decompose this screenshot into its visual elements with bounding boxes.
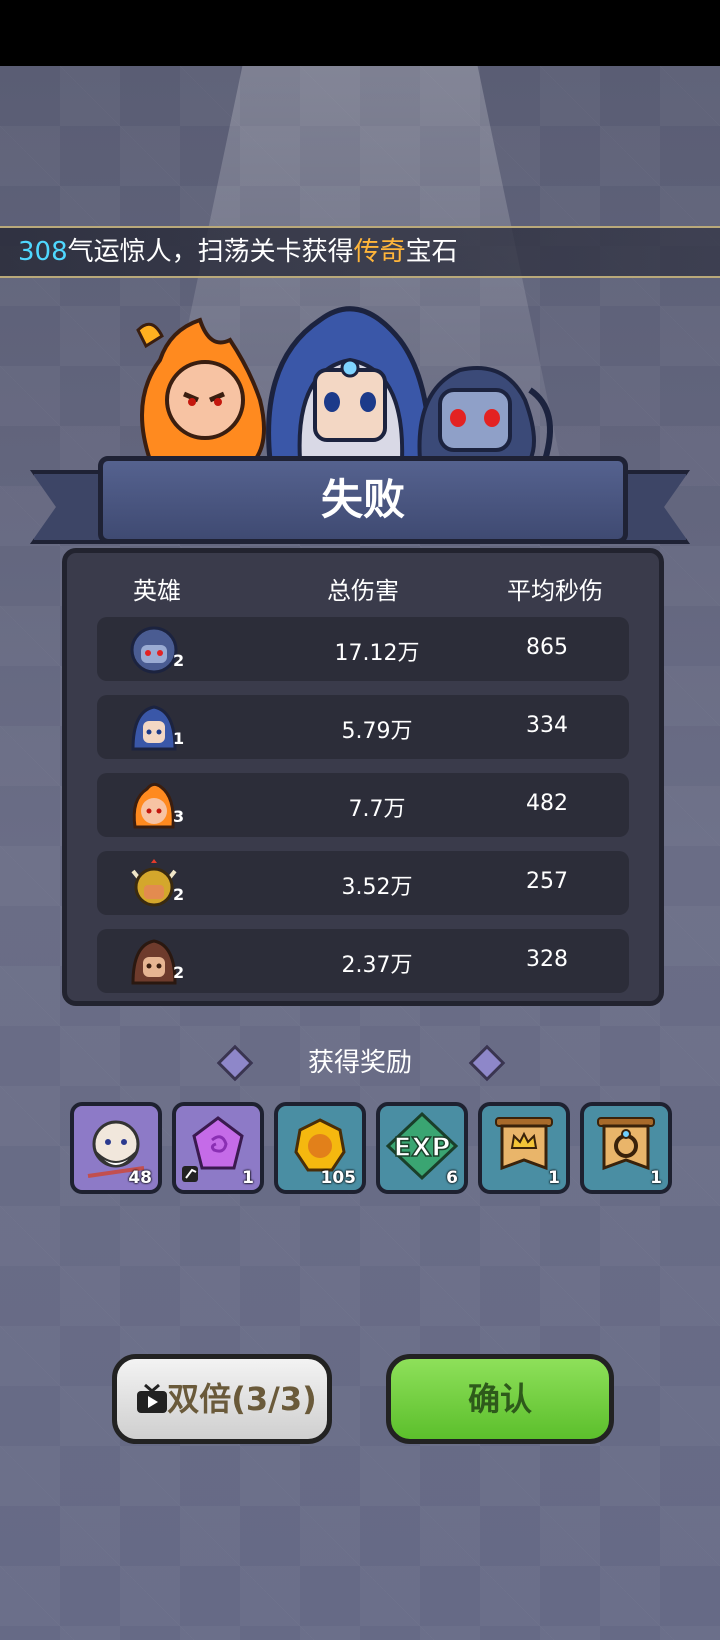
confirm-button[interactable]: 确认 (386, 1354, 614, 1444)
table-row: 1 5.79万 334 (97, 695, 629, 759)
marquee-text-b: 宝石 (405, 237, 458, 267)
reward-count: 48 (128, 1168, 152, 1188)
header-total-damage: 总伤害 (327, 577, 399, 605)
table-row: 3 7.7万 482 (97, 773, 629, 837)
reward-count: 1 (548, 1168, 560, 1188)
double-reward-button[interactable]: 双倍(3/3) (112, 1354, 332, 1444)
hero-level: 2 (173, 885, 185, 904)
svg-text:EXP: EXP (394, 1133, 451, 1163)
average-dps: 257 (526, 869, 568, 894)
reward-item-crown-banner[interactable]: 1 (478, 1102, 570, 1194)
total-damage: 2.37万 (341, 953, 413, 978)
marquee-legend: 传奇 (353, 237, 406, 267)
fire-spirit-illustration (136, 317, 266, 462)
reward-item-purple-gem[interactable]: 1 (172, 1102, 264, 1194)
table-row: 2 2.37万 328 (97, 929, 629, 993)
reward-count: 105 (320, 1168, 357, 1188)
marquee-number: 308 (18, 237, 68, 267)
reward-item-ring-banner[interactable]: 1 (580, 1102, 672, 1194)
hero-level: 2 (173, 963, 185, 982)
rewards-title: 获得奖励 (307, 1048, 412, 1078)
header-hero: 英雄 (133, 577, 181, 605)
table-header: 英雄 总伤害 平均秒伤 (67, 563, 659, 609)
hero-group-illustration (136, 306, 553, 463)
reward-count: 6 (446, 1168, 458, 1188)
hero-level: 3 (173, 807, 185, 826)
table-row: 2 17.12万 865 (97, 617, 629, 681)
result-title: 失败 (98, 456, 628, 544)
hero-level: 1 (173, 729, 185, 748)
reward-count: 1 (650, 1168, 662, 1188)
reward-item-hero-shard[interactable]: 48 (70, 1102, 162, 1194)
hero-level: 2 (173, 651, 185, 670)
average-dps: 482 (526, 791, 568, 816)
average-dps: 328 (526, 947, 568, 972)
hooded-mage-illustration (266, 306, 433, 463)
announcement-marquee: 308气运惊人，扫荡关卡获得传奇宝石 (0, 226, 720, 278)
result-banner: 失败 (30, 456, 690, 556)
table-row: 2 3.52万 257 (97, 851, 629, 915)
status-bar (0, 0, 720, 66)
double-reward-label: 双倍(3/3) (167, 1380, 317, 1418)
damage-stats-panel[interactable]: 英雄 总伤害 平均秒伤 2 17.12万 865 1 5.79万 334 3 7… (62, 548, 664, 1006)
dark-elf-illustration (417, 366, 553, 462)
reward-item-gold-coin[interactable]: 105 (274, 1102, 366, 1194)
header-dps: 平均秒伤 (507, 577, 603, 605)
average-dps: 865 (526, 635, 568, 660)
reward-item-exp[interactable]: EXP 6 (376, 1102, 468, 1194)
tv-ad-icon (137, 1383, 167, 1413)
reward-count: 1 (242, 1168, 254, 1188)
total-damage: 3.52万 (341, 875, 413, 900)
total-damage: 7.7万 (348, 797, 406, 822)
total-damage: 17.12万 (334, 641, 420, 666)
marquee-text-a: 气运惊人，扫荡关卡获得 (67, 237, 354, 267)
average-dps: 334 (526, 713, 568, 738)
total-damage: 5.79万 (341, 719, 413, 744)
